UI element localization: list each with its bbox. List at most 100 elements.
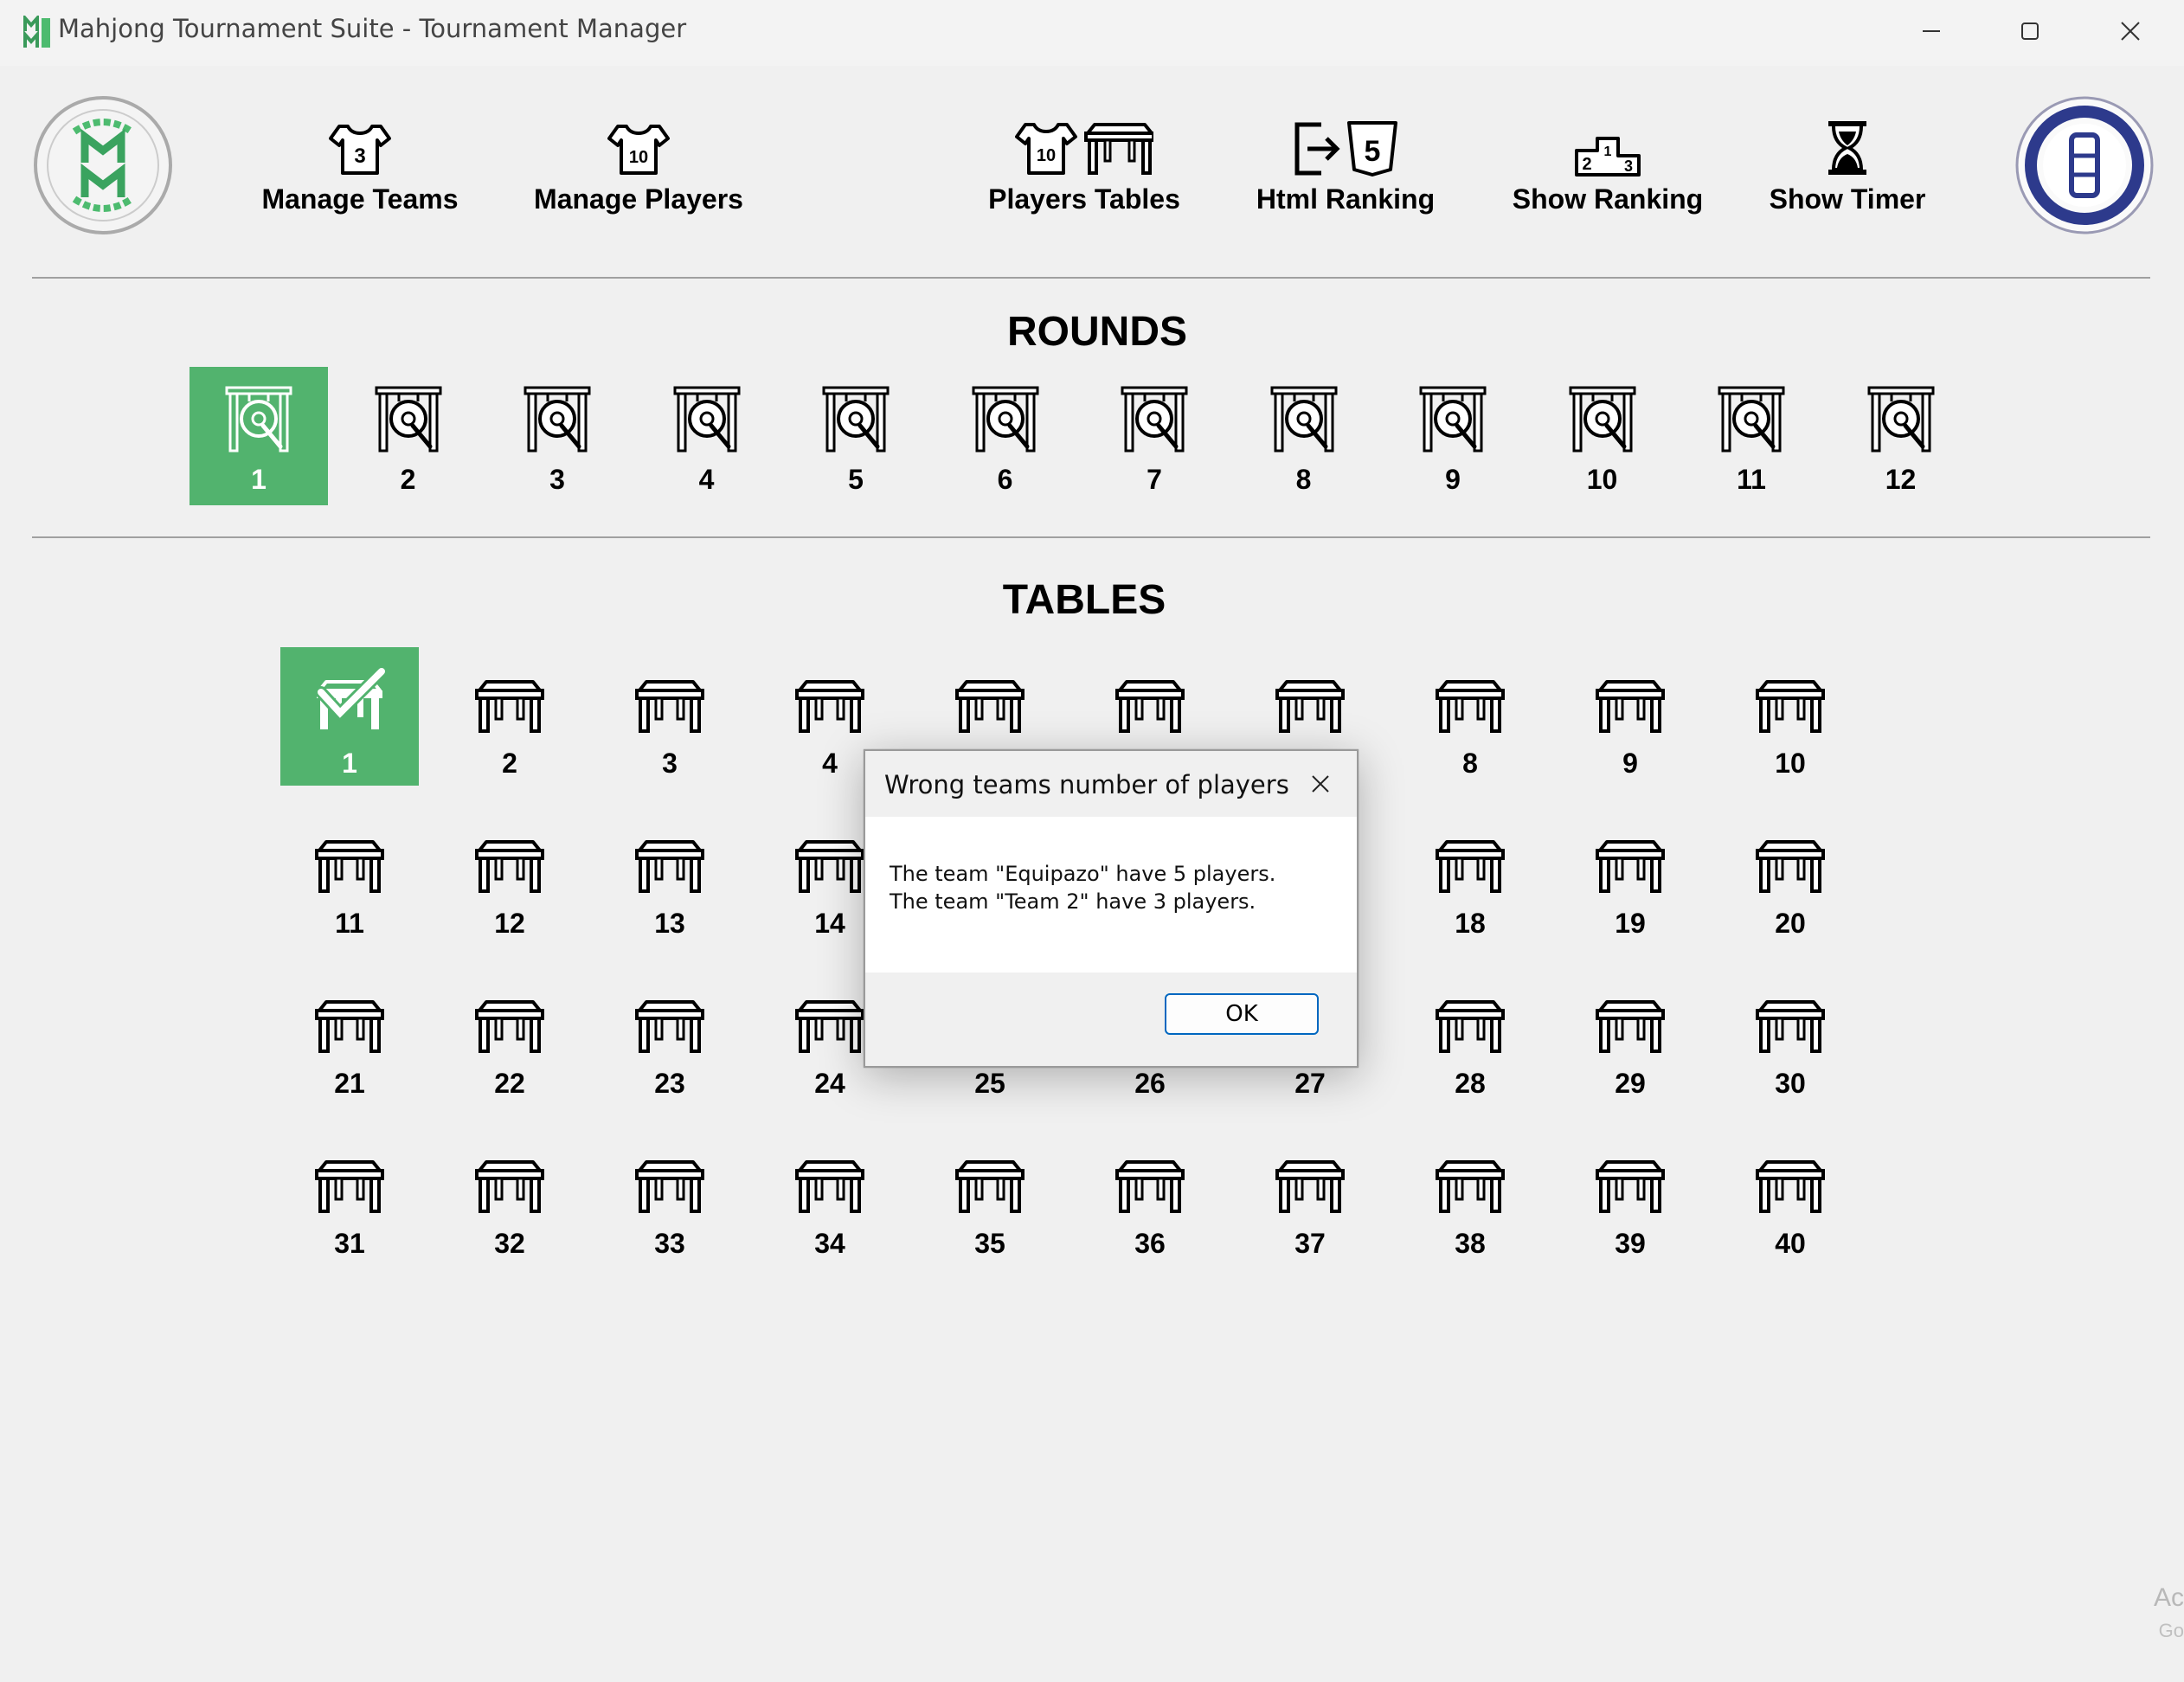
table-button[interactable]: 13 [601, 807, 739, 946]
table-icon [1596, 840, 1665, 893]
table-number: 8 [1462, 748, 1478, 779]
table-button[interactable]: 20 [1721, 807, 1860, 946]
table-number: 12 [494, 908, 525, 939]
table-button[interactable]: 36 [1081, 1127, 1219, 1266]
round-button[interactable]: 10 [1533, 367, 1672, 505]
table-button[interactable]: 9 [1561, 647, 1699, 786]
tables-heading: TABLES [1002, 577, 1166, 623]
table-button[interactable]: 28 [1401, 967, 1539, 1106]
gong-icon [822, 386, 890, 453]
round-button[interactable]: 9 [1384, 367, 1522, 505]
table-icon [1275, 680, 1345, 733]
round-number: 10 [1586, 464, 1618, 495]
svg-text:3: 3 [1624, 157, 1633, 175]
manage-teams-button[interactable]: 3 Manage Teams [251, 116, 469, 220]
table-button[interactable]: 32 [440, 1127, 579, 1266]
table-check-icon [315, 668, 385, 729]
table-button[interactable]: 2 [440, 647, 579, 786]
table-button[interactable]: 19 [1561, 807, 1699, 946]
window-title: Mahjong Tournament Suite - Tournament Ma… [58, 14, 687, 43]
table-number: 23 [654, 1068, 685, 1099]
dialog-close-button[interactable] [1301, 765, 1339, 803]
table-icon [1115, 680, 1185, 733]
table-number: 30 [1775, 1068, 1806, 1099]
round-number: 5 [848, 464, 864, 495]
table-button[interactable]: 34 [761, 1127, 899, 1266]
table-button[interactable]: 22 [440, 967, 579, 1106]
maximize-button[interactable] [2007, 10, 2052, 52]
table-number: 2 [502, 748, 517, 779]
html-ranking-button[interactable]: 5 Html Ranking [1248, 116, 1443, 220]
gong-icon [1867, 386, 1934, 453]
table-button[interactable]: 11 [280, 807, 419, 946]
svg-text:10: 10 [1037, 146, 1056, 165]
table-button[interactable]: 37 [1241, 1127, 1379, 1266]
table-button[interactable]: 21 [280, 967, 419, 1106]
table-button[interactable]: 30 [1721, 967, 1860, 1106]
round-button[interactable]: 7 [1085, 367, 1224, 505]
separator-top [32, 277, 2150, 279]
separator-middle [32, 536, 2150, 538]
round-button[interactable]: 11 [1682, 367, 1821, 505]
round-button[interactable]: 8 [1235, 367, 1373, 505]
table-button[interactable]: 23 [601, 967, 739, 1106]
table-button[interactable]: 10 [1721, 647, 1860, 786]
table-number: 26 [1134, 1068, 1166, 1099]
table-button[interactable]: 35 [921, 1127, 1059, 1266]
table-button[interactable]: 31 [280, 1127, 419, 1266]
watermark-text: Ac [2153, 1583, 2184, 1612]
players-tables-button[interactable]: 10 Players Tables [980, 116, 1189, 220]
table-icon [955, 680, 1025, 733]
table-icon [1436, 1000, 1505, 1053]
table-icon [475, 1160, 544, 1213]
gong-icon [1419, 386, 1487, 453]
table-button[interactable]: 12 [440, 807, 579, 946]
manage-players-button[interactable]: 10 Manage Players [524, 116, 753, 220]
ok-button[interactable]: OK [1165, 993, 1319, 1035]
table-button[interactable]: 33 [601, 1127, 739, 1266]
html-export-icon: 5 [1294, 121, 1397, 177]
table-button[interactable]: 8 [1401, 647, 1539, 786]
round-number: 9 [1445, 464, 1461, 495]
table-number: 31 [334, 1228, 365, 1259]
error-dialog: Wrong teams number of players The team "… [864, 749, 1359, 1068]
table-number: 22 [494, 1068, 525, 1099]
round-button[interactable]: 2 [339, 367, 478, 505]
rounds-heading: ROUNDS [1006, 309, 1188, 355]
table-number: 29 [1615, 1068, 1646, 1099]
app-logo-icon [23, 16, 50, 48]
table-number: 1 [342, 748, 357, 779]
table-icon [635, 1000, 704, 1053]
table-icon [315, 1000, 384, 1053]
show-ranking-button[interactable]: 2 1 3 Show Ranking [1506, 116, 1710, 220]
table-icon [795, 840, 864, 893]
round-button[interactable]: 4 [638, 367, 776, 505]
minimize-button[interactable] [1909, 10, 1954, 52]
round-number: 1 [251, 464, 267, 495]
table-button[interactable]: 1 [280, 647, 419, 786]
round-button[interactable]: 1 [189, 367, 328, 505]
table-button[interactable]: 40 [1721, 1127, 1860, 1266]
round-button[interactable]: 5 [787, 367, 925, 505]
table-number: 28 [1455, 1068, 1486, 1099]
round-number: 3 [549, 464, 565, 495]
minimize-icon [1923, 30, 1940, 32]
table-button[interactable]: 18 [1401, 807, 1539, 946]
show-timer-button[interactable]: Show Timer [1757, 116, 1938, 220]
table-number: 37 [1294, 1228, 1326, 1259]
table-icon [1436, 680, 1505, 733]
table-icon [635, 840, 704, 893]
round-number: 12 [1885, 464, 1917, 495]
table-icon [475, 840, 544, 893]
table-button[interactable]: 39 [1561, 1127, 1699, 1266]
round-button[interactable]: 3 [488, 367, 626, 505]
table-button[interactable]: 3 [601, 647, 739, 786]
table-number: 27 [1294, 1068, 1326, 1099]
table-button[interactable]: 38 [1401, 1127, 1539, 1266]
round-button[interactable]: 6 [936, 367, 1075, 505]
dialog-message: The team "Equipazo" have 5 players. The … [890, 862, 1276, 914]
round-button[interactable]: 12 [1832, 367, 1970, 505]
table-button[interactable]: 29 [1561, 967, 1699, 1106]
close-icon [2121, 22, 2140, 41]
close-button[interactable] [2108, 10, 2153, 52]
